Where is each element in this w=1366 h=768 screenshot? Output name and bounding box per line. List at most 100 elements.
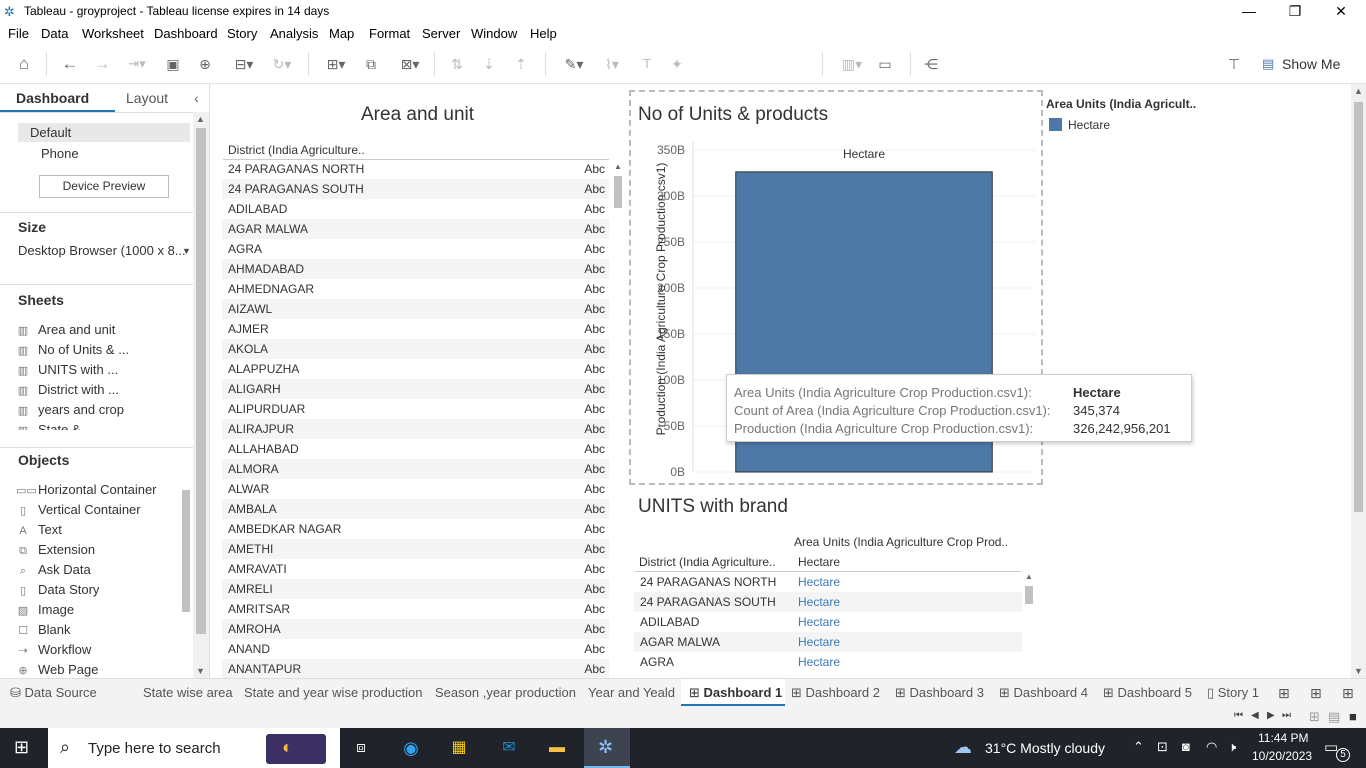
- home-icon[interactable]: ⌂: [12, 54, 36, 74]
- collapse-panel-icon[interactable]: ‹: [194, 90, 199, 106]
- minimize-button[interactable]: —: [1226, 0, 1272, 24]
- restore-button[interactable]: ❐: [1272, 0, 1318, 24]
- object-text[interactable]: A Text: [16, 522, 62, 537]
- device-preview-button[interactable]: Device Preview: [39, 175, 169, 198]
- sheet-no-of-units[interactable]: ▥ No of Units & ...: [16, 342, 129, 357]
- menu-data[interactable]: Data: [41, 26, 68, 41]
- file-explorer-icon[interactable]: ▬: [544, 736, 570, 760]
- sort-descending-icon[interactable]: ⇡: [510, 54, 532, 74]
- brand-table-scrollbar[interactable]: ▲: [1022, 572, 1036, 678]
- district-header[interactable]: District (India Agriculture..: [228, 143, 365, 157]
- table-scrollbar[interactable]: ▲: [611, 162, 625, 678]
- duplicate-icon[interactable]: ⧉: [360, 54, 382, 74]
- highlight-icon[interactable]: ✎▾: [556, 54, 592, 74]
- menu-analysis[interactable]: Analysis: [270, 26, 318, 41]
- table-row[interactable]: ALLAHABAD Abc: [222, 439, 609, 459]
- new-dashboard-icon[interactable]: ⊞: [1310, 685, 1322, 702]
- table-row[interactable]: ALIGARH Abc: [222, 379, 609, 399]
- object-vertical-container[interactable]: ▯ Vertical Container: [16, 502, 141, 517]
- volume-muted-icon[interactable]: 🕨: [1228, 739, 1236, 755]
- table-row[interactable]: ANANTAPUR Abc: [222, 659, 609, 678]
- table-row[interactable]: 24 PARAGANAS SOUTH Hectare: [634, 592, 1022, 612]
- object-data-story[interactable]: ▯ Data Story: [16, 582, 99, 597]
- left-panel-scrollbar[interactable]: ▲ ▼: [193, 112, 209, 678]
- menu-format[interactable]: Format: [369, 26, 410, 41]
- wifi-icon[interactable]: ◠: [1206, 739, 1217, 755]
- mail-icon[interactable]: ✉: [496, 736, 522, 760]
- new-worksheet-icon[interactable]: ⊞▾: [318, 54, 354, 74]
- clock-date[interactable]: 10/20/2023: [1252, 749, 1312, 763]
- table-row[interactable]: AMBALA Abc: [222, 499, 609, 519]
- legend-item-hectare[interactable]: Hectare: [1068, 118, 1110, 132]
- table-row[interactable]: AIZAWL Abc: [222, 299, 609, 319]
- tab-story-1[interactable]: ▯ Story 1: [1207, 685, 1259, 701]
- table-row[interactable]: AHMEDNAGAR Abc: [222, 279, 609, 299]
- table-row[interactable]: ALMORA Abc: [222, 459, 609, 479]
- sort-ascending-icon[interactable]: ⇣: [478, 54, 500, 74]
- store-icon[interactable]: ▦: [446, 736, 472, 760]
- tab-dashboard-5[interactable]: ⊞ Dashboard 5: [1103, 685, 1192, 701]
- table-row[interactable]: AGAR MALWA Abc: [222, 219, 609, 239]
- hectare-cell[interactable]: Hectare: [798, 575, 840, 589]
- table-row[interactable]: AGRA Abc: [222, 239, 609, 259]
- tableau-taskbar-button[interactable]: ✲: [584, 728, 630, 768]
- tab-state-wise-area[interactable]: State wise area: [143, 685, 233, 700]
- hectare-cell[interactable]: Hectare: [798, 655, 840, 669]
- format-painter-icon[interactable]: ⊤: [1222, 54, 1246, 74]
- district-row-header[interactable]: District (India Agriculture..: [639, 555, 776, 569]
- replay-icon[interactable]: ⇥▾: [120, 54, 154, 74]
- table-row[interactable]: AGRA Hectare: [634, 652, 1022, 672]
- task-view-icon[interactable]: ⧈: [348, 736, 374, 760]
- windows-start-icon[interactable]: ⊞: [14, 737, 29, 758]
- camera-icon[interactable]: ◙: [1182, 739, 1190, 754]
- table-row[interactable]: AMROHA Abc: [222, 619, 609, 639]
- table-row[interactable]: 24 PARAGANAS SOUTH Abc: [222, 179, 609, 199]
- hectare-cell[interactable]: Hectare: [798, 595, 840, 609]
- tabs-view-icon[interactable]: ■: [1349, 709, 1357, 724]
- menu-file[interactable]: File: [8, 26, 29, 41]
- tab-data-source[interactable]: ⛁ Data Source: [10, 685, 97, 701]
- pause-updates-icon[interactable]: ⊟▾: [226, 54, 262, 74]
- objects-scrollbar[interactable]: [182, 490, 190, 612]
- show-cards-icon[interactable]: ▥▾: [834, 54, 870, 74]
- dashboard-scrollbar[interactable]: ▲ ▼: [1351, 84, 1366, 678]
- presentation-icon[interactable]: ▭: [874, 54, 896, 74]
- object-image[interactable]: ▨ Image: [16, 602, 74, 617]
- table-row[interactable]: AMBEDKAR NAGAR Abc: [222, 519, 609, 539]
- menu-window[interactable]: Window: [471, 26, 517, 41]
- last-sheet-icon[interactable]: ⏭: [1282, 710, 1291, 721]
- tab-year-and-yeald[interactable]: Year and Yeald: [588, 685, 675, 700]
- area-units-col-header[interactable]: Area Units (India Agriculture Crop Prod.…: [794, 535, 1008, 549]
- save-icon[interactable]: ▣: [162, 54, 184, 74]
- menu-help[interactable]: Help: [530, 26, 557, 41]
- clock-time[interactable]: 11:44 PM: [1258, 731, 1308, 745]
- tab-dashboard-4[interactable]: ⊞ Dashboard 4: [999, 685, 1088, 701]
- object-blank[interactable]: ☐ Blank: [16, 622, 70, 637]
- tab-state-year-production[interactable]: State and year wise production: [244, 685, 423, 700]
- sheet-units-with[interactable]: ▥ UNITS with ...: [16, 362, 118, 377]
- table-row[interactable]: ANAND Abc: [222, 639, 609, 659]
- table-row[interactable]: 24 PARAGANAS NORTH Abc: [222, 159, 609, 179]
- device-default[interactable]: Default: [18, 123, 190, 142]
- edge-icon[interactable]: ◉: [398, 736, 424, 760]
- hectare-cell[interactable]: Hectare: [798, 615, 840, 629]
- table-row[interactable]: ADILABAD Abc: [222, 199, 609, 219]
- object-horizontal-container[interactable]: ▭▭Horizontal Container: [16, 482, 157, 497]
- menu-dashboard[interactable]: Dashboard: [154, 26, 218, 41]
- sheet-area-and-unit[interactable]: ▥ Area and unit: [16, 322, 116, 337]
- sheet-years-and-crop[interactable]: ▥ years and crop: [16, 402, 124, 417]
- object-extension[interactable]: ⧉ Extension: [16, 542, 95, 558]
- redo-icon[interactable]: →: [90, 54, 114, 74]
- sheet-district-with[interactable]: ▥ District with ...: [16, 382, 119, 397]
- refresh-icon[interactable]: ↻▾: [264, 54, 300, 74]
- new-story-icon[interactable]: ⊞: [1342, 685, 1354, 702]
- pin-icon[interactable]: ✦: [666, 54, 688, 74]
- clear-sheet-icon[interactable]: ⊠▾: [392, 54, 428, 74]
- table-row[interactable]: AMRITSAR Abc: [222, 599, 609, 619]
- tab-dashboard[interactable]: Dashboard: [16, 90, 89, 106]
- table-row[interactable]: ALIPURDUAR Abc: [222, 399, 609, 419]
- sheet-sorter-icon[interactable]: ⊞: [1309, 709, 1320, 725]
- size-dropdown[interactable]: Desktop Browser (1000 x 8...: [18, 243, 186, 258]
- next-sheet-icon[interactable]: ▶: [1267, 710, 1275, 721]
- table-row[interactable]: AMRAVATI Abc: [222, 559, 609, 579]
